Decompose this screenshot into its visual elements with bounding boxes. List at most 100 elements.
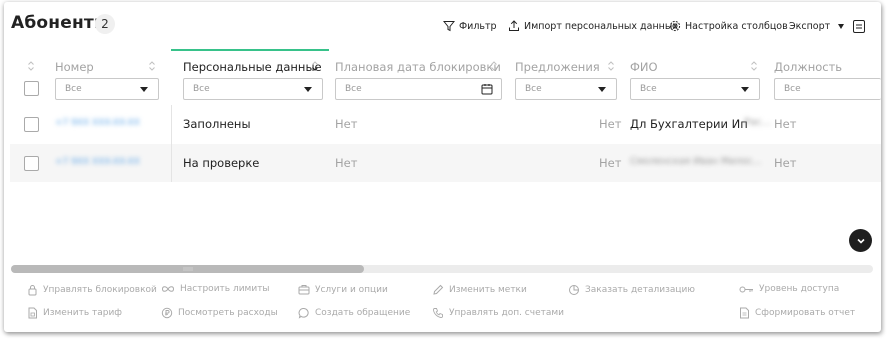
export-label: Экспорт [789, 20, 831, 32]
filter-icon [443, 21, 455, 32]
count-badge: 2 [95, 14, 115, 34]
action-label: Уровень доступа [759, 284, 840, 294]
scrollbar-thumb[interactable] [11, 265, 364, 273]
manage-blocking-action[interactable]: Управлять блокировкой [27, 284, 157, 296]
select-all-checkbox[interactable] [24, 81, 39, 96]
row-checkbox[interactable] [24, 117, 39, 132]
column-settings-label: Настройка столбцов [685, 20, 788, 32]
create-request-action[interactable]: Создать обращение [298, 307, 410, 319]
action-label: Посмотреть расходы [178, 308, 278, 318]
action-label: Управлять доп. счетами [449, 308, 565, 318]
fixed-column-divider [171, 105, 172, 182]
chevron-down-icon [304, 87, 312, 92]
sort-icon[interactable] [27, 60, 35, 72]
calendar-icon[interactable] [481, 83, 493, 95]
number-filter-select[interactable]: Все [55, 78, 159, 100]
upload-icon [509, 20, 519, 31]
export-dropdown[interactable]: Экспорт [789, 18, 845, 34]
import-personal-data-button[interactable]: Импорт персональных данных [508, 18, 678, 34]
change-tariff-action[interactable]: Изменить тариф [27, 307, 122, 319]
fio-hidden-part: Рас... [744, 117, 772, 128]
row-checkbox[interactable] [24, 156, 39, 171]
column-header-block-date[interactable]: Плановая дата блокировки [335, 60, 501, 74]
filter-button[interactable]: Фильтр [443, 18, 497, 34]
chevron-down-icon [838, 23, 845, 29]
chat-icon [298, 308, 309, 319]
fio-filter-select[interactable]: Все [630, 78, 760, 100]
sort-icon[interactable] [148, 60, 156, 72]
column-header-personal-data[interactable]: Персональные данные [183, 60, 322, 74]
sort-icon[interactable] [750, 60, 758, 72]
manage-extra-accounts-action[interactable]: Управлять доп. счетами [432, 307, 564, 319]
filter-value: Все [193, 84, 210, 94]
set-limits-action[interactable]: Настроить лимиты [161, 284, 270, 294]
block-date-filter-input[interactable]: Все [335, 78, 502, 100]
pencil-icon [433, 284, 444, 295]
chevron-down-icon [598, 87, 606, 92]
action-label: Создать обращение [315, 308, 411, 318]
order-details-action[interactable]: Заказать детализацию [568, 284, 695, 296]
action-label: Заказать детализацию [585, 285, 695, 295]
chevron-down-icon [741, 87, 749, 92]
subscribers-table: Номер Все Персональные данные Все Планов… [10, 48, 881, 238]
key-icon [739, 286, 753, 292]
scroll-down-button[interactable] [849, 229, 872, 252]
document-icon [740, 307, 749, 319]
sort-icon[interactable] [607, 60, 615, 72]
horizontal-scrollbar[interactable] [11, 265, 873, 273]
lock-icon [28, 285, 37, 296]
ruble-icon [161, 307, 173, 319]
subscribers-panel: Абоненты 2 Фильтр Импорт персональных да… [4, 2, 881, 332]
services-and-options-action[interactable]: Услуги и опции [298, 284, 388, 295]
personal-data-filter-select[interactable]: Все [183, 78, 323, 100]
chevron-down-icon [140, 87, 148, 92]
filter-button-label: Фильтр [459, 20, 497, 32]
personal-data-cell: На проверке [183, 156, 260, 170]
filter-value: Все [525, 84, 542, 94]
position-cell: Нет [774, 117, 797, 131]
action-label: Сформировать отчет [755, 308, 856, 318]
table-row[interactable]: +7 9XX XXX-XX-XX Заполнены Нет Нет Дл Бу… [10, 105, 881, 143]
active-column-indicator [171, 49, 329, 51]
sim-icon [28, 307, 37, 319]
column-header-position[interactable]: Должность [774, 60, 842, 74]
menu-panel-icon [853, 19, 865, 33]
phone-number-link[interactable]: +7 9XX XXX-XX-XX [55, 118, 140, 128]
gear-icon [669, 20, 681, 32]
offers-cell: Нет [599, 117, 622, 131]
import-button-label: Импорт персональных данных [524, 20, 678, 32]
sidebar-toggle-button[interactable] [853, 18, 865, 34]
sort-icon[interactable] [490, 60, 498, 72]
offers-filter-select[interactable]: Все [515, 78, 617, 100]
filter-value: Все [345, 84, 362, 94]
column-header-number[interactable]: Номер [55, 60, 94, 74]
action-label: Изменить тариф [43, 308, 123, 318]
fio-hidden-part: Смоленская Иван Милос... [630, 156, 762, 167]
sort-desc-icon[interactable] [311, 60, 319, 72]
panel-header: Абоненты 2 Фильтр Импорт персональных да… [4, 2, 881, 48]
column-header-fio[interactable]: ФИО [630, 60, 658, 74]
briefcase-icon [298, 285, 310, 295]
filter-value: Все [640, 84, 657, 94]
chevron-down-icon [856, 238, 865, 244]
view-expenses-action[interactable]: Посмотреть расходы [161, 307, 278, 319]
fio-cell: Дл Бухгалтерии Ип [630, 117, 748, 131]
block-date-cell: Нет [335, 117, 358, 131]
phone-number-link[interactable]: +7 9XX XXX-XX-XX [55, 157, 140, 167]
table-row[interactable]: +7 9XX XXX-XX-XX На проверке Нет Нет Смо… [10, 144, 881, 182]
access-level-action[interactable]: Уровень доступа [739, 284, 839, 294]
offers-cell: Нет [599, 156, 622, 170]
action-label: Управлять блокировкой [43, 285, 157, 295]
action-label: Изменить метки [449, 285, 527, 295]
infinity-icon [161, 286, 175, 292]
column-header-offers[interactable]: Предложения [515, 60, 600, 74]
grip-icon [183, 267, 193, 271]
filter-value: Все [784, 84, 801, 94]
position-filter-input[interactable]: Все [774, 78, 881, 100]
action-label: Услуги и опции [315, 284, 388, 295]
report-icon [569, 285, 579, 295]
change-tags-action[interactable]: Изменить метки [432, 284, 527, 296]
action-label: Настроить лимиты [180, 284, 270, 294]
column-settings-button[interactable]: Настройка столбцов [669, 18, 788, 34]
generate-report-action[interactable]: Сформировать отчет [739, 307, 855, 319]
